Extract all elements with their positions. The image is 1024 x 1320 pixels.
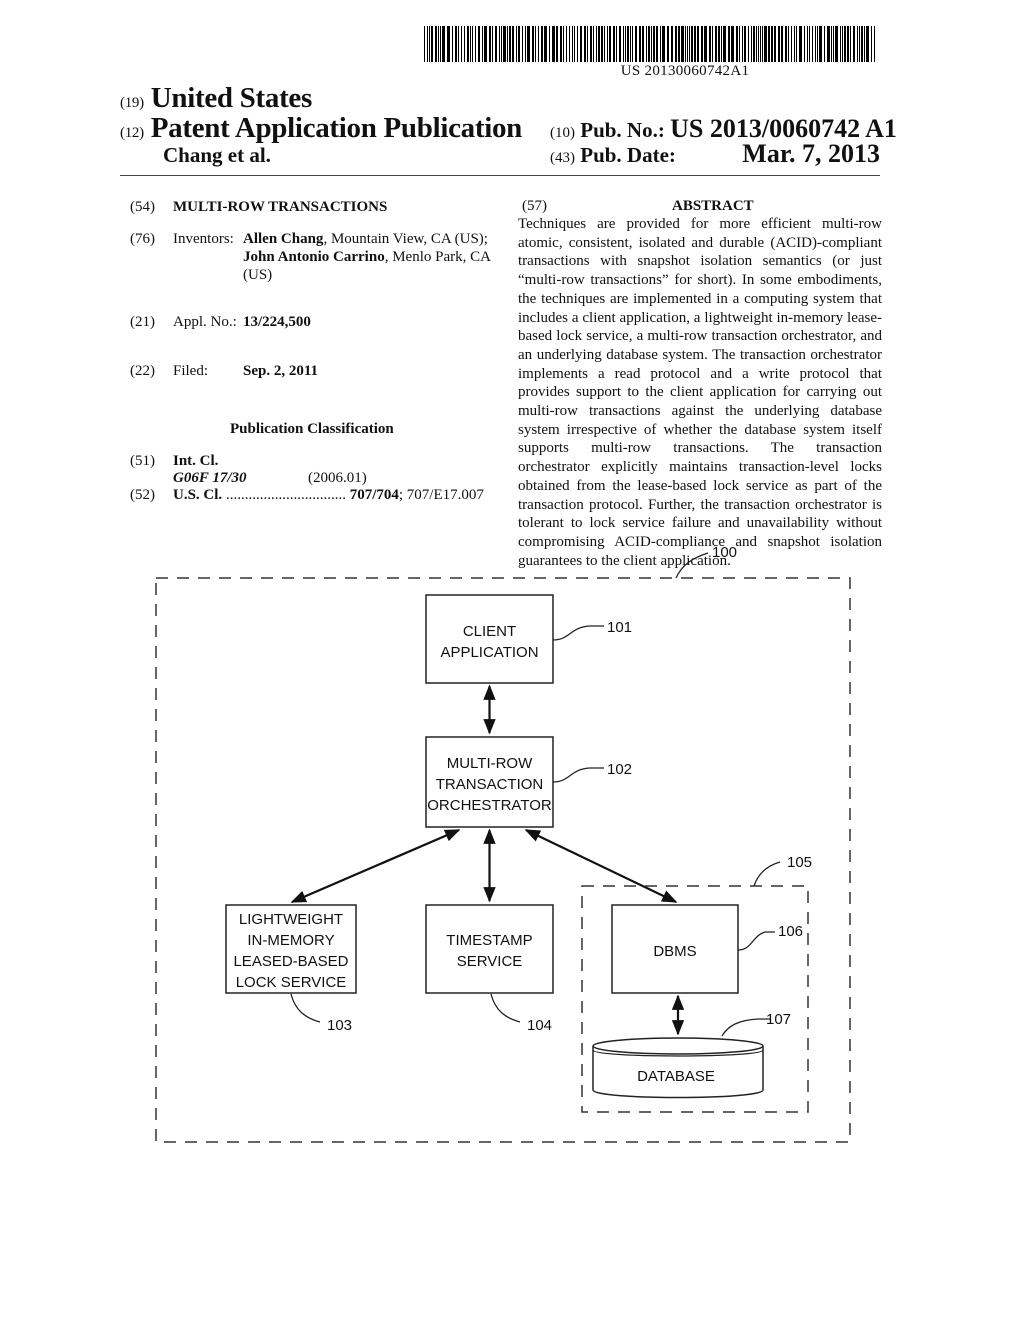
timestamp-service-box: [425, 904, 554, 994]
timestamp-line-2: SERVICE: [457, 953, 523, 970]
system-ref-label: 100: [712, 544, 737, 561]
system-diagram: 100 CLIENT APPLICATION 101 MULTI-ROW TRA…: [155, 544, 851, 1143]
database-line-1: DATABASE: [637, 1068, 715, 1085]
client-ref-leader: [552, 625, 604, 641]
system-ref-leader: [675, 552, 709, 579]
arrow-orchestrator-dbms: [524, 829, 678, 903]
database-ref-leader: [721, 1018, 770, 1037]
timestamp-ref-label: 104: [527, 1017, 552, 1034]
timestamp-ref-leader: [490, 993, 521, 1023]
client-line-2: APPLICATION: [440, 644, 538, 661]
orchestrator-line-2: TRANSACTION: [436, 776, 544, 793]
lock-line-2: IN-MEMORY: [247, 932, 334, 949]
orchestrator-ref-leader: [552, 767, 604, 783]
dbms-line-1: DBMS: [653, 943, 696, 960]
orchestrator-line-3: ORCHESTRATOR: [427, 797, 552, 814]
storage-ref-leader: [753, 861, 781, 887]
timestamp-line-1: TIMESTAMP: [446, 932, 532, 949]
dbms-ref-leader: [737, 931, 775, 951]
dbms-ref-label: 106: [778, 923, 803, 940]
lock-ref-label: 103: [327, 1017, 352, 1034]
lock-line-4: LOCK SERVICE: [236, 974, 347, 991]
arrow-orchestrator-lock: [290, 828, 461, 904]
orchestrator-line-1: MULTI-ROW: [447, 755, 533, 772]
database-ref-label: 107: [766, 1011, 791, 1028]
client-line-1: CLIENT: [463, 623, 516, 640]
storage-ref-label: 105: [787, 854, 812, 871]
lock-line-1: LIGHTWEIGHT: [239, 911, 343, 928]
client-ref-label: 101: [607, 619, 632, 636]
lock-ref-leader: [290, 993, 321, 1023]
lock-line-3: LEASED-BASED: [233, 953, 348, 970]
orchestrator-ref-label: 102: [607, 761, 632, 778]
